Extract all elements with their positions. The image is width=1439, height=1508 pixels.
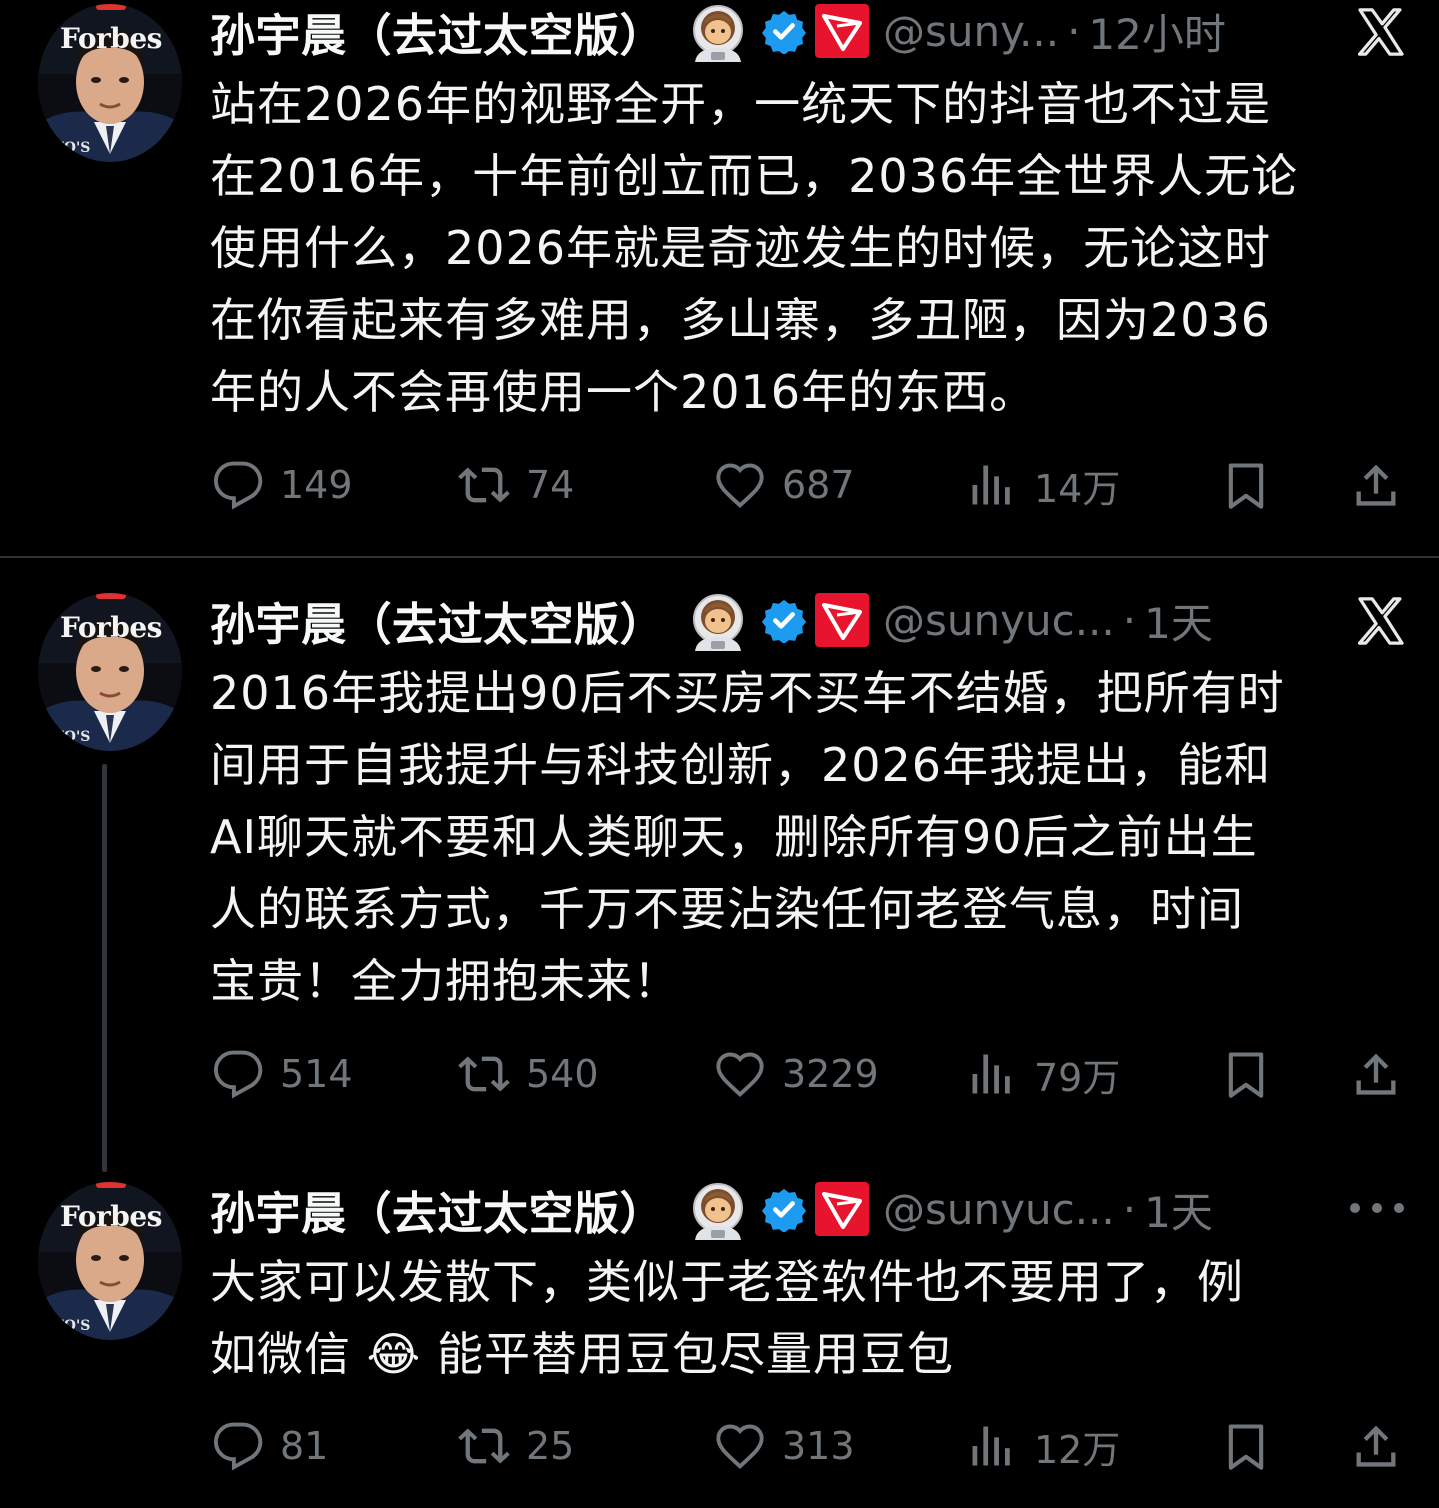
- retweet-icon: [458, 1048, 510, 1100]
- views-icon: [966, 1420, 1018, 1472]
- bookmark-icon: [1220, 459, 1272, 511]
- handle[interactable]: @sunyuc...: [883, 596, 1115, 645]
- tweet-text: 2016年我提出90后不买房不买车不结婚，把所有时 间用于自我提升与科技创新，2…: [210, 666, 1285, 1008]
- verified-badge-icon[interactable]: [761, 597, 807, 643]
- avatar[interactable]: Forbes: [38, 593, 182, 751]
- share-button[interactable]: [1350, 1416, 1402, 1476]
- avatar[interactable]: Forbes: [38, 1182, 182, 1340]
- tweet-header: 孙宇晨（去过太空版） @sunyuc... · 1天: [210, 589, 1439, 651]
- like-button[interactable]: 3229: [714, 1044, 879, 1104]
- reply-count: 514: [280, 1052, 353, 1096]
- action-bar: 514 540 3229 79万: [0, 1044, 1439, 1104]
- views-button[interactable]: 14万: [966, 455, 1120, 515]
- views-button[interactable]: 12万: [966, 1416, 1120, 1476]
- x-logo-icon[interactable]: [1353, 593, 1409, 649]
- tweet-text: 大家可以发散下，类似于老登软件也不要用了，例 如微信 😂 能平替用豆包尽量用豆包: [210, 1255, 1244, 1381]
- tweet-text: 站在2026年的视野全开，一统天下的抖音也不过是 在2016年，十年前创立而已，…: [210, 77, 1299, 419]
- reply-count: 81: [280, 1424, 329, 1468]
- like-count: 687: [782, 463, 855, 507]
- bookmark-button[interactable]: [1220, 1044, 1272, 1104]
- bookmark-icon: [1220, 1420, 1272, 1472]
- verified-badge-icon[interactable]: [761, 8, 807, 54]
- timestamp[interactable]: 1天: [1144, 590, 1213, 651]
- avatar[interactable]: Forbes: [38, 4, 182, 162]
- retweet-count: 74: [526, 463, 575, 507]
- retweet-count: 540: [526, 1052, 599, 1096]
- avatar-forbes-text: Forbes: [60, 1200, 162, 1233]
- bookmark-button[interactable]: [1220, 1416, 1272, 1476]
- reply-icon: [212, 1048, 264, 1100]
- action-bar: 149 74 687 14万: [0, 455, 1439, 515]
- view-count: 79万: [1034, 1055, 1121, 1100]
- like-button[interactable]: 313: [714, 1416, 855, 1476]
- avatar-forbes-text: Forbes: [60, 22, 162, 55]
- bookmark-icon: [1220, 1048, 1272, 1100]
- share-icon: [1350, 1420, 1402, 1472]
- retweet-icon: [458, 459, 510, 511]
- timestamp[interactable]: 12小时: [1088, 1, 1225, 62]
- astronaut-emoji-icon: [687, 589, 749, 651]
- tron-logo-icon[interactable]: [815, 4, 869, 58]
- retweet-count: 25: [526, 1424, 575, 1468]
- share-button[interactable]: [1350, 455, 1402, 515]
- like-count: 3229: [782, 1052, 879, 1096]
- reply-button[interactable]: 149: [212, 455, 353, 515]
- retweet-button[interactable]: 540: [458, 1044, 599, 1104]
- tron-logo-icon[interactable]: [815, 1182, 869, 1236]
- bookmark-button[interactable]: [1220, 455, 1272, 515]
- display-name[interactable]: 孙宇晨（去过太空版）: [210, 1177, 665, 1242]
- more-icon[interactable]: [1345, 1196, 1409, 1220]
- avatar-forbes-text: Forbes: [60, 611, 162, 644]
- share-icon: [1350, 1048, 1402, 1100]
- share-button[interactable]: [1350, 1044, 1402, 1104]
- reply-button[interactable]: 81: [212, 1416, 328, 1476]
- astronaut-emoji-icon: [687, 0, 749, 62]
- view-count: 12万: [1034, 1427, 1121, 1472]
- tweet-2[interactable]: Forbes 孙宇晨（去过太空版） @sunyuc... · 1天 2016年我…: [0, 589, 1439, 1149]
- tweet-1[interactable]: Forbes 孙宇晨（去过太空版） @suny... · 12小时 站在2026…: [0, 0, 1439, 556]
- reply-button[interactable]: 514: [212, 1044, 353, 1104]
- separator-dot: ·: [1122, 595, 1137, 645]
- x-logo-icon[interactable]: [1353, 4, 1409, 60]
- action-bar: 81 25 313 12万: [0, 1416, 1439, 1476]
- timestamp[interactable]: 1天: [1144, 1179, 1213, 1240]
- verified-badge-icon[interactable]: [761, 1186, 807, 1232]
- display-name[interactable]: 孙宇晨（去过太空版）: [210, 0, 665, 64]
- tweet-divider: [0, 556, 1439, 558]
- separator-dot: ·: [1122, 1184, 1137, 1234]
- display-name[interactable]: 孙宇晨（去过太空版）: [210, 588, 665, 653]
- like-button[interactable]: 687: [714, 455, 855, 515]
- retweet-button[interactable]: 25: [458, 1416, 574, 1476]
- astronaut-emoji-icon: [687, 1178, 749, 1240]
- tweet-header: 孙宇晨（去过太空版） @suny... · 12小时: [210, 0, 1439, 62]
- views-button[interactable]: 79万: [966, 1044, 1120, 1104]
- view-count: 14万: [1034, 466, 1121, 511]
- heart-icon: [714, 459, 766, 511]
- retweet-button[interactable]: 74: [458, 455, 574, 515]
- reply-count: 149: [280, 463, 353, 507]
- tweet-header: 孙宇晨（去过太空版） @sunyuc... · 1天: [210, 1178, 1439, 1240]
- tron-logo-icon[interactable]: [815, 593, 869, 647]
- like-count: 313: [782, 1424, 855, 1468]
- views-icon: [966, 1048, 1018, 1100]
- tweet-3[interactable]: Forbes 孙宇晨（去过太空版） @sunyuc... · 1天 大家可以发散…: [0, 1178, 1439, 1508]
- separator-dot: ·: [1067, 6, 1081, 56]
- share-icon: [1350, 459, 1402, 511]
- retweet-icon: [458, 1420, 510, 1472]
- reply-icon: [212, 1420, 264, 1472]
- heart-icon: [714, 1048, 766, 1100]
- heart-icon: [714, 1420, 766, 1472]
- reply-icon: [212, 459, 264, 511]
- views-icon: [966, 459, 1018, 511]
- handle[interactable]: @sunyuc...: [883, 1185, 1115, 1234]
- handle[interactable]: @suny...: [883, 7, 1059, 56]
